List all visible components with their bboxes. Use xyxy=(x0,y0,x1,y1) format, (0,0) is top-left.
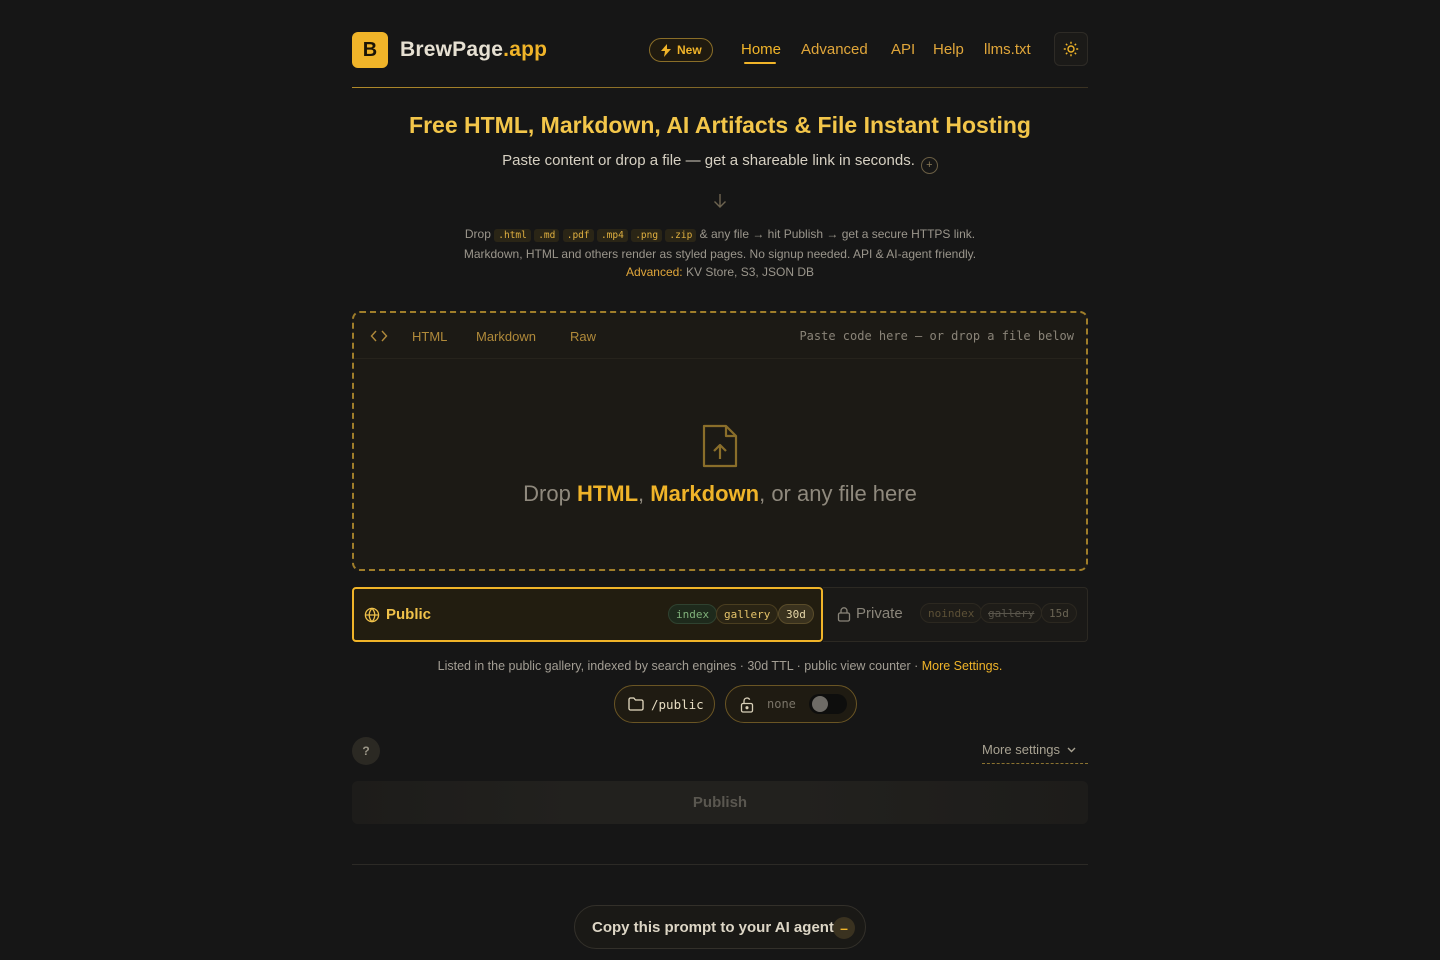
page-title: Free HTML, Markdown, AI Artifacts & File… xyxy=(409,112,1031,138)
new-badge-label: New xyxy=(677,43,702,57)
code-icon[interactable] xyxy=(370,327,388,345)
help-button[interactable]: ? xyxy=(352,737,380,765)
ext-html: .html xyxy=(494,229,531,242)
drop-prefix: Drop xyxy=(523,481,571,506)
drop-instructions: Drop HTML, Markdown, or any file here xyxy=(354,481,1086,507)
page-subtitle: Paste content or drop a file — get a sha… xyxy=(352,152,1088,174)
chevron-down-icon xyxy=(1067,747,1076,753)
password-control[interactable]: none xyxy=(725,685,857,723)
nav-home[interactable]: Home xyxy=(741,41,781,58)
brand-tld: .app xyxy=(503,38,548,61)
file-upload-icon xyxy=(702,424,738,468)
globe-icon xyxy=(364,607,380,623)
ext-md: .md xyxy=(534,229,560,242)
brand-text: BrewPage xyxy=(400,38,504,61)
drop-comma: , xyxy=(638,481,645,506)
copy-prompt-label: Copy this prompt to your AI agent xyxy=(592,918,834,936)
nav-llms-txt[interactable]: llms.txt xyxy=(984,41,1031,58)
nav-active-indicator xyxy=(744,62,776,64)
path-value: /public xyxy=(651,696,704,712)
hero-description: Drop .html .md .pdf .mp4 .png .zip & any… xyxy=(442,225,998,281)
collapse-icon[interactable]: – xyxy=(833,917,855,939)
ext-zip: .zip xyxy=(665,229,697,242)
copy-prompt-button[interactable]: Copy this prompt to your AI agent – xyxy=(574,905,866,949)
password-value: none xyxy=(767,697,796,711)
lock-icon xyxy=(837,607,851,622)
plus-circle-icon[interactable]: + xyxy=(920,156,938,174)
page: B BrewPage.app New Home Advanced API Hel… xyxy=(352,0,1088,949)
tab-html[interactable]: HTML xyxy=(412,329,447,344)
more-settings-label: More settings xyxy=(982,742,1061,757)
desc-prefix: Drop xyxy=(464,227,491,241)
ext-png: .png xyxy=(631,229,663,242)
arrow-down-icon xyxy=(714,194,726,208)
advanced-features: KV Store, S3, JSON DB xyxy=(686,265,815,279)
chip-ttl: 30d xyxy=(778,604,814,624)
lightning-icon xyxy=(661,43,671,57)
brand-name[interactable]: BrewPage.app xyxy=(400,38,547,62)
ext-mp4: .mp4 xyxy=(596,229,628,242)
chip-private-ttl: 15d xyxy=(1041,603,1077,623)
path-button[interactable]: /public xyxy=(614,685,715,723)
editor-tabs: HTML Markdown Raw Paste code here — or d… xyxy=(354,313,1086,359)
paste-hint: Paste code here — or drop a file below xyxy=(799,329,1074,343)
subtitle-text: Paste content or drop a file — get a sha… xyxy=(502,152,915,169)
password-toggle[interactable] xyxy=(809,694,847,714)
visibility-description-text: Listed in the public gallery, indexed by… xyxy=(437,659,919,673)
chip-gallery-disabled: gallery xyxy=(980,603,1043,623)
chip-index: index xyxy=(668,604,718,624)
header-divider xyxy=(352,87,1088,88)
section-divider xyxy=(352,864,1088,865)
logo[interactable]: B xyxy=(352,32,388,68)
more-settings-link[interactable]: More Settings. xyxy=(922,659,1003,673)
advanced-link[interactable]: Advanced: xyxy=(626,265,683,279)
tab-markdown[interactable]: Markdown xyxy=(476,329,536,344)
new-badge-button[interactable]: New xyxy=(649,38,713,62)
nav-help[interactable]: Help xyxy=(933,41,964,58)
visibility-public-option[interactable]: Public index gallery 30d xyxy=(352,587,823,642)
folder-icon xyxy=(628,697,644,711)
sun-icon xyxy=(1063,41,1079,57)
drop-zone[interactable]: HTML Markdown Raw Paste code here — or d… xyxy=(352,311,1088,571)
header: B BrewPage.app New Home Advanced API Hel… xyxy=(352,0,1088,88)
nav-api[interactable]: API xyxy=(891,41,915,58)
toggle-knob xyxy=(812,696,828,712)
chip-noindex: noindex xyxy=(920,603,983,623)
publish-button[interactable]: Publish xyxy=(352,781,1088,824)
drop-html: HTML xyxy=(576,481,639,506)
theme-toggle-button[interactable] xyxy=(1054,32,1088,66)
ext-pdf: .pdf xyxy=(562,229,594,242)
drop-suffix: , or any file here xyxy=(759,481,917,506)
logo-letter: B xyxy=(362,38,378,61)
private-label: Private xyxy=(856,605,903,622)
visibility-private-option[interactable]: Private noindex gallery 15d xyxy=(823,587,1088,642)
tab-raw[interactable]: Raw xyxy=(570,329,596,344)
more-settings-toggle[interactable]: More settings xyxy=(982,742,1088,764)
chip-gallery: gallery xyxy=(716,604,779,624)
unlock-icon xyxy=(740,697,754,713)
public-label: Public xyxy=(386,606,432,623)
drop-markdown: Markdown xyxy=(650,481,760,506)
nav-advanced[interactable]: Advanced xyxy=(801,41,868,58)
visibility-description: Listed in the public gallery, indexed by… xyxy=(352,659,1088,673)
